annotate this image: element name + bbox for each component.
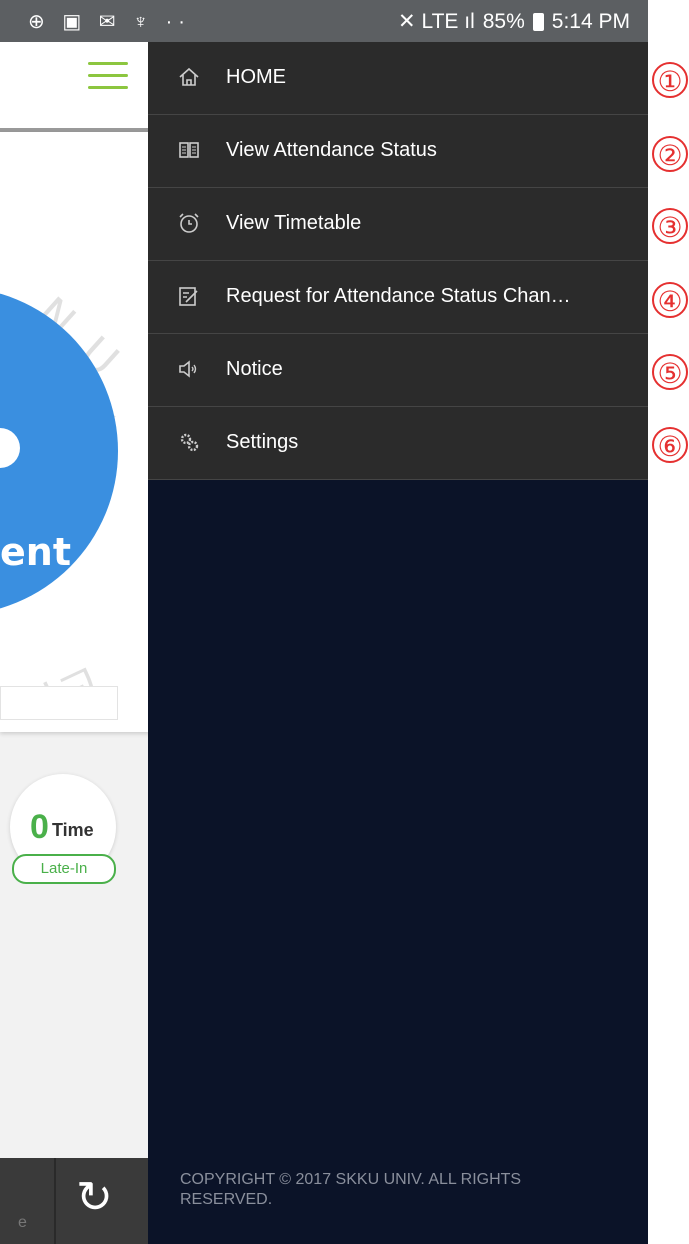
edit-note-icon [179, 287, 198, 306]
menu-item-view-timetable[interactable]: View Timetable [148, 188, 648, 261]
callout-4: ④ [652, 282, 688, 318]
bottom-left-label: e [18, 1214, 27, 1231]
hamburger-menu-icon[interactable] [88, 62, 128, 92]
app-header [0, 42, 150, 132]
callout-5: ⑤ [652, 354, 688, 390]
menu-item-notice[interactable]: Notice [148, 334, 648, 407]
bottom-divider [54, 1158, 56, 1244]
callout-6: ⑥ [652, 427, 688, 463]
menu-label-view-timetable: View Timetable [226, 212, 362, 234]
refresh-icon[interactable]: ↻ [76, 1176, 113, 1220]
alarm-clock-icon [179, 213, 199, 233]
battery-icon [532, 12, 544, 31]
menu-item-home[interactable]: HOME [148, 42, 648, 115]
home-icon [179, 67, 199, 86]
drawer-menu: HOME View Attendance Status View Timetab… [148, 42, 648, 480]
navigation-drawer: HOME View Attendance Status View Timetab… [148, 42, 648, 1244]
battery-percent: 85% [482, 9, 525, 33]
network-icon: ✕ LTE ıl [398, 10, 475, 33]
info-strip [0, 686, 118, 720]
status-notification-icons: ⊕ ▣ ✉ ♆ ·· [28, 11, 191, 33]
menu-label-notice: Notice [226, 358, 283, 380]
late-in-unit: Time [52, 820, 94, 840]
attendance-circle-label: ent [0, 530, 71, 574]
background-app: N U N I V ent 학교 0 Time Late-In e ↻ [0, 42, 150, 1244]
clock: 5:14 PM [551, 9, 630, 33]
callout-2: ② [652, 136, 688, 172]
callout-1: ① [652, 62, 688, 98]
copyright-text: COPYRIGHT © 2017 SKKU UNIV. ALL RIGHTS R… [180, 1171, 522, 1208]
late-in-badge: Late-In [12, 854, 116, 884]
status-right-group: ✕ LTE ıl 85% 5:14 PM [398, 9, 630, 34]
bottom-bar: e ↻ [0, 1158, 150, 1244]
menu-item-settings[interactable]: Settings [148, 407, 648, 480]
menu-label-home: HOME [226, 66, 286, 88]
menu-item-request-change[interactable]: Request for Attendance Status Chan… [148, 261, 648, 334]
status-bar: ⊕ ▣ ✉ ♆ ·· ✕ LTE ıl 85% 5:14 PM [0, 0, 648, 42]
speaker-icon [179, 360, 197, 378]
late-in-count: 0 [30, 808, 49, 846]
book-icon [179, 142, 199, 158]
menu-label-view-attendance: View Attendance Status [226, 139, 437, 161]
menu-item-view-attendance[interactable]: View Attendance Status [148, 115, 648, 188]
gears-icon [180, 433, 199, 452]
menu-label-request-change: Request for Attendance Status Chan… [226, 285, 571, 307]
menu-label-settings: Settings [226, 431, 299, 453]
callout-3: ③ [652, 208, 688, 244]
